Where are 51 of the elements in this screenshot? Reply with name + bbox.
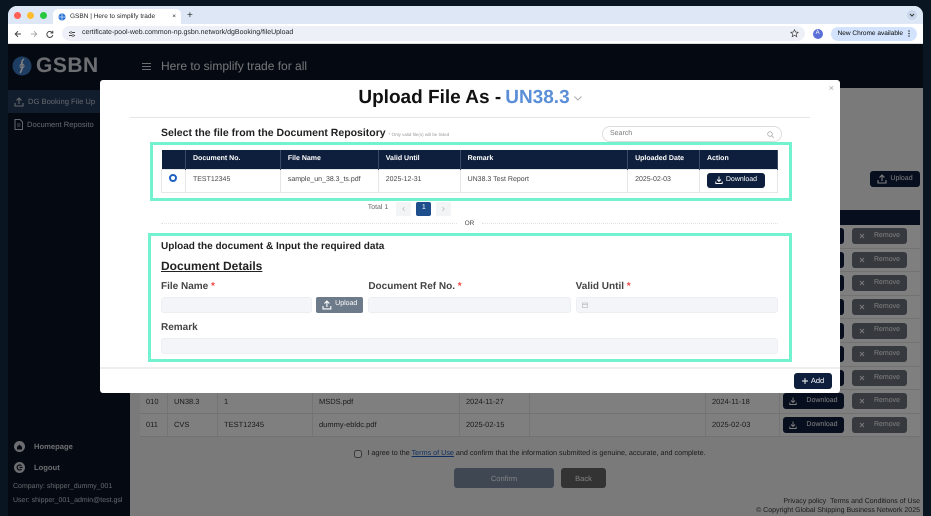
section-heading: Upload the document & Input the required data <box>161 240 386 254</box>
close-icon <box>858 280 865 286</box>
agreement-checkbox[interactable] <box>354 450 362 458</box>
upload-icon <box>877 174 888 184</box>
field-label: Remark <box>161 320 199 334</box>
star-icon <box>790 29 799 38</box>
next-page-button[interactable] <box>436 202 452 216</box>
forward-icon <box>30 30 38 38</box>
field-label: Valid Until * <box>576 280 632 294</box>
date-field[interactable] <box>576 296 778 312</box>
upload-icon <box>14 96 24 106</box>
dialog-title: Upload File As - <box>358 86 502 110</box>
back-icon <box>14 30 22 38</box>
chevron-down-icon <box>574 96 582 101</box>
download-icon <box>714 176 723 184</box>
download-icon <box>789 397 798 406</box>
chevron-left-icon <box>402 206 406 212</box>
document-type-dropdown[interactable]: UN38.3 <box>505 84 582 113</box>
close-button[interactable]: × <box>828 82 834 96</box>
chevron-right-icon <box>442 206 446 212</box>
close-icon <box>858 256 865 263</box>
upload-icon <box>322 300 332 310</box>
plus-icon <box>802 378 808 384</box>
download-icon <box>789 421 798 430</box>
document-icon <box>14 119 23 130</box>
field-label: Document Ref No. * <box>368 280 463 294</box>
reload-icon <box>46 30 54 38</box>
menu-icon[interactable] <box>142 62 151 70</box>
radio-button[interactable] <box>169 174 178 182</box>
logo-text: GSBN <box>36 53 99 80</box>
close-icon <box>858 351 865 358</box>
close-icon <box>858 398 865 404</box>
globe-icon <box>58 12 66 20</box>
site-settings-icon <box>68 30 76 38</box>
section-title: Document Details <box>161 258 262 274</box>
close-icon <box>858 304 865 310</box>
close-icon <box>858 233 865 240</box>
chevron-down-icon <box>907 10 917 20</box>
close-icon <box>858 374 865 381</box>
field-label: File Name * <box>161 280 216 294</box>
tagline: Here to simplify trade for all <box>161 58 308 75</box>
close-icon <box>858 328 865 334</box>
new-tab-button[interactable]: + <box>187 8 193 22</box>
section-heading: Select the file from the Document Repository <box>161 126 386 142</box>
search-icon <box>767 130 774 138</box>
calendar-icon <box>582 302 588 308</box>
previous-page-button[interactable] <box>396 202 412 216</box>
logo-icon <box>12 56 32 76</box>
close-icon <box>858 422 865 428</box>
logout-icon <box>14 462 25 473</box>
home-icon <box>14 441 25 452</box>
